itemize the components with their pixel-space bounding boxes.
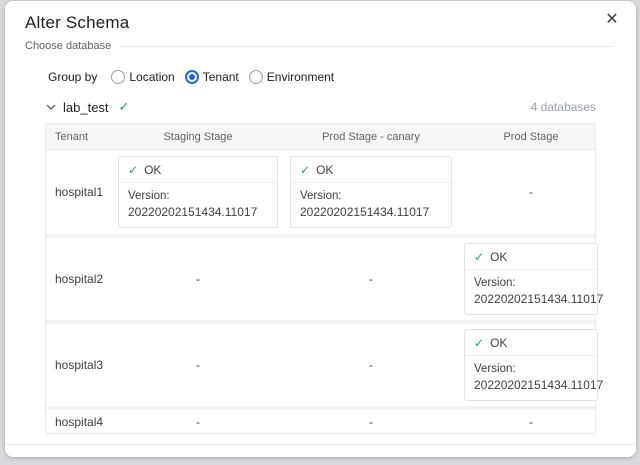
databases-table: Tenant Staging Stage Prod Stage - canary… <box>45 123 596 434</box>
table-row: hospital1 ✓ OK Version: 20220202151434.1… <box>46 150 595 234</box>
table-row: hospital2 - - ✓ OK Version: 202202021514… <box>46 234 595 320</box>
check-icon: ✓ <box>300 163 310 177</box>
status-ok-label: OK <box>490 250 507 264</box>
staging-cell: ✓ OK Version: 20220202151434.11017 <box>112 151 284 233</box>
version-label: Version: <box>300 190 342 202</box>
close-icon[interactable]: ✕ <box>600 7 624 31</box>
radio-label-location: Location <box>129 70 174 84</box>
database-count: 4 databases <box>531 100 596 114</box>
table-row: hospital3 - - ✓ OK Version: 202202021514… <box>46 320 595 406</box>
version-label: Version: <box>474 363 516 375</box>
status-ok-label: OK <box>316 163 333 177</box>
chevron-down-icon[interactable] <box>45 101 57 113</box>
column-header-prod: Prod Stage <box>458 131 604 143</box>
dialog-subtitle-row: Choose database <box>25 40 616 52</box>
database-group-header[interactable]: lab_test ✓ 4 databases <box>45 84 596 115</box>
radio-circle-environment[interactable] <box>249 70 263 84</box>
prod-cell: ✓ OK Version: 20220202151434.11017 <box>458 324 604 406</box>
table-header-row: Tenant Staging Stage Prod Stage - canary… <box>46 124 595 150</box>
tenant-name: hospital4 <box>46 415 112 429</box>
empty-cell-dash: - <box>458 185 604 199</box>
alter-schema-dialog: Alter Schema ✕ Choose database Group by … <box>5 1 636 457</box>
empty-cell-dash: - <box>112 415 284 429</box>
version-value: 20220202151434.11017 <box>128 205 257 219</box>
table-row: hospital4 - - - <box>46 406 595 433</box>
group-name: lab_test <box>63 100 109 115</box>
canary-cell: ✓ OK Version: 20220202151434.11017 <box>284 151 458 233</box>
dialog-header: Alter Schema ✕ Choose database <box>5 1 636 52</box>
status-card[interactable]: ✓ OK Version: 20220202151434.11017 <box>464 329 598 401</box>
tenant-name: hospital2 <box>46 272 112 286</box>
tenant-name: hospital3 <box>46 358 112 372</box>
status-card[interactable]: ✓ OK Version: 20220202151434.11017 <box>118 156 278 228</box>
radio-option-tenant[interactable]: Tenant <box>185 70 239 84</box>
empty-cell-dash: - <box>284 358 458 372</box>
radio-option-location[interactable]: Location <box>111 70 174 84</box>
column-header-canary: Prod Stage - canary <box>284 131 458 143</box>
dialog-title: Alter Schema <box>25 13 616 33</box>
dialog-footer: Cancel Next <box>5 445 636 457</box>
radio-circle-location[interactable] <box>111 70 125 84</box>
group-by-label: Group by <box>48 70 97 84</box>
radio-label-tenant: Tenant <box>203 70 239 84</box>
empty-cell-dash: - <box>112 272 284 286</box>
check-icon: ✓ <box>474 336 484 350</box>
version-value: 20220202151434.11017 <box>474 378 603 392</box>
check-icon: ✓ <box>474 250 484 264</box>
empty-cell-dash: - <box>284 272 458 286</box>
status-ok-label: OK <box>490 336 507 350</box>
column-header-staging: Staging Stage <box>112 131 284 143</box>
status-card[interactable]: ✓ OK Version: 20220202151434.11017 <box>290 156 452 228</box>
status-ok-label: OK <box>144 163 161 177</box>
version-label: Version: <box>128 190 170 202</box>
tenant-name: hospital1 <box>46 185 112 199</box>
empty-cell-dash: - <box>284 415 458 429</box>
radio-option-environment[interactable]: Environment <box>249 70 334 84</box>
status-card[interactable]: ✓ OK Version: 20220202151434.11017 <box>464 243 598 315</box>
empty-cell-dash: - <box>112 358 284 372</box>
version-value: 20220202151434.11017 <box>300 205 429 219</box>
subtitle-divider <box>121 46 614 47</box>
version-label: Version: <box>474 277 516 289</box>
dialog-subtitle: Choose database <box>25 40 111 52</box>
group-check-icon: ✓ <box>119 99 130 115</box>
check-icon: ✓ <box>128 163 138 177</box>
radio-circle-tenant[interactable] <box>185 70 199 84</box>
group-by-radio-group: Group by Location Tenant Environment <box>5 52 636 84</box>
column-header-tenant: Tenant <box>46 131 112 143</box>
prod-cell: ✓ OK Version: 20220202151434.11017 <box>458 238 604 320</box>
empty-cell-dash: - <box>458 415 604 429</box>
version-value: 20220202151434.11017 <box>474 292 603 306</box>
radio-label-environment: Environment <box>267 70 334 84</box>
